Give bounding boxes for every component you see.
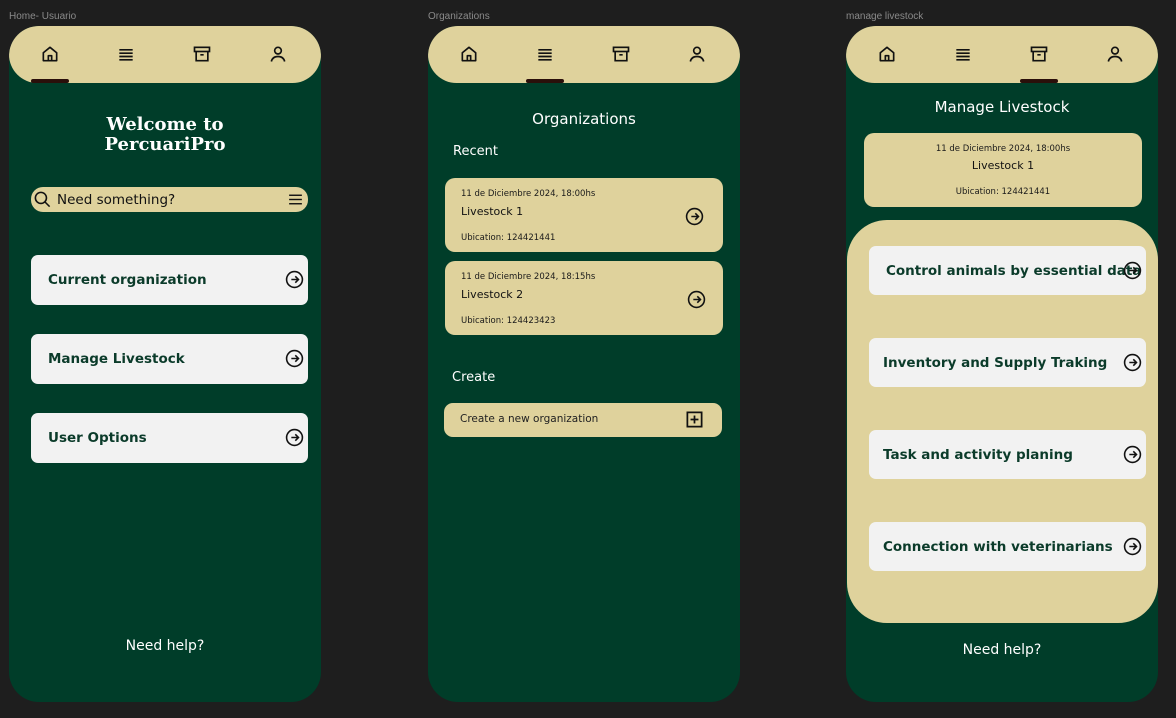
search-bar[interactable]: Need something? — [31, 187, 308, 212]
manage-livestock-label: Manage Livestock — [48, 351, 185, 367]
page-title: Organizations — [532, 110, 636, 128]
need-help-link[interactable]: Need help? — [846, 642, 1158, 658]
org-date: 11 de Diciembre 2024, 18:00hs — [461, 189, 596, 199]
menu-icon[interactable] — [952, 43, 974, 65]
add-icon — [686, 411, 703, 428]
nav-active-indicator — [31, 79, 69, 83]
arrow-right-icon — [1123, 445, 1142, 464]
arrow-right-icon — [285, 428, 304, 447]
nav-bar — [428, 26, 740, 83]
veterinarians-label: Connection with veterinarians — [883, 538, 1113, 555]
recent-heading: Recent — [453, 144, 498, 159]
inventory-supply-label: Inventory and Supply Traking — [883, 354, 1108, 371]
frame-label-organizations: Organizations — [428, 11, 490, 22]
livestock-date: 11 de Diciembre 2024, 18:00hs — [935, 144, 1071, 154]
nav-active-indicator — [1020, 79, 1058, 83]
user-options-button[interactable]: User Options — [31, 413, 308, 463]
archive-icon[interactable] — [1028, 43, 1050, 65]
menu-icon[interactable] — [115, 43, 137, 65]
livestock-name: Livestock 1 — [971, 159, 1035, 172]
organization-card[interactable]: 11 de Diciembre 2024, 18:00hs Livestock … — [445, 178, 723, 252]
org-ubication: Ubication: 124421441 — [461, 233, 556, 243]
home-icon[interactable] — [39, 43, 61, 65]
arrow-right-icon — [285, 349, 304, 368]
control-animals-button[interactable]: Control animals by essential data — [869, 246, 1146, 295]
user-icon[interactable] — [267, 43, 289, 65]
arrow-right-icon — [1123, 537, 1142, 556]
page-title: Manage Livestock — [934, 98, 1070, 116]
task-planning-label: Task and activity planing — [883, 446, 1073, 463]
home-screen: Welcome to PercuariPro Need something? C… — [9, 26, 321, 702]
org-name: Livestock 1 — [461, 205, 524, 218]
organizations-screen: Organizations Recent 11 de Diciembre 202… — [428, 26, 740, 702]
control-animals-label: Control animals by essential data — [886, 262, 1142, 279]
livestock-ubication: Ubication: 124421441 — [955, 187, 1051, 197]
task-planning-button[interactable]: Task and activity planing — [869, 430, 1146, 479]
search-input[interactable]: Need something? — [57, 192, 175, 208]
archive-icon[interactable] — [610, 43, 632, 65]
org-date: 11 de Diciembre 2024, 18:15hs — [461, 272, 596, 282]
arrow-right-icon[interactable] — [687, 290, 706, 309]
home-icon[interactable] — [876, 43, 898, 65]
create-heading: Create — [452, 370, 496, 385]
user-options-label: User Options — [48, 430, 147, 446]
search-icon — [34, 191, 51, 208]
arrow-right-icon — [1123, 353, 1142, 372]
veterinarians-button[interactable]: Connection with veterinarians — [869, 522, 1146, 571]
create-organization-label: Create a new organization — [460, 413, 599, 425]
current-organization-button[interactable]: Current organization — [31, 255, 308, 305]
arrow-right-icon[interactable] — [685, 207, 704, 226]
nav-bar — [9, 26, 321, 83]
home-icon[interactable] — [458, 43, 480, 65]
org-name: Livestock 2 — [461, 288, 524, 301]
user-icon[interactable] — [686, 43, 708, 65]
nav-active-indicator — [526, 79, 564, 83]
org-ubication: Ubication: 124423423 — [461, 316, 556, 326]
current-organization-label: Current organization — [48, 272, 207, 288]
manage-livestock-button[interactable]: Manage Livestock — [31, 334, 308, 384]
manage-livestock-screen: Manage Livestock 11 de Diciembre 2024, 1… — [846, 26, 1158, 702]
hamburger-icon[interactable] — [287, 191, 304, 208]
welcome-line1: Welcome to — [106, 114, 224, 135]
organization-card[interactable]: 11 de Diciembre 2024, 18:15hs Livestock … — [445, 261, 723, 335]
menu-icon[interactable] — [534, 43, 556, 65]
inventory-supply-button[interactable]: Inventory and Supply Traking — [869, 338, 1146, 387]
welcome-title: Welcome to PercuariPro — [9, 115, 321, 155]
archive-icon[interactable] — [191, 43, 213, 65]
frame-label-manage: manage livestock — [846, 11, 924, 22]
options-panel: Control animals by essential data Invent… — [847, 220, 1158, 623]
need-help-link[interactable]: Need help? — [9, 638, 321, 654]
arrow-right-icon — [285, 270, 304, 289]
create-organization-button[interactable]: Create a new organization — [444, 403, 722, 437]
current-livestock-card[interactable]: 11 de Diciembre 2024, 18:00hs Livestock … — [864, 133, 1142, 207]
arrow-right-icon — [1123, 261, 1142, 280]
user-icon[interactable] — [1104, 43, 1126, 65]
nav-bar — [846, 26, 1158, 83]
welcome-line2: PercuariPro — [104, 134, 226, 155]
frame-label-home: Home- Usuario — [9, 11, 77, 22]
